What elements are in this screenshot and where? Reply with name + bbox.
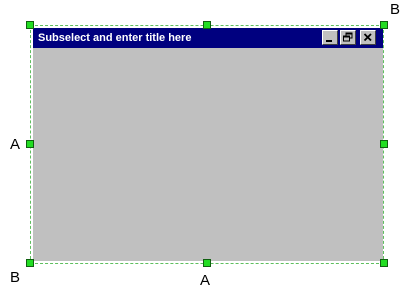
minimize-button[interactable] bbox=[322, 30, 338, 45]
label-top-right: B bbox=[390, 1, 401, 18]
resize-handle-bottom-middle[interactable] bbox=[203, 259, 211, 267]
resize-handle-middle-left[interactable] bbox=[26, 140, 34, 148]
minimize-icon bbox=[326, 40, 332, 42]
label-left-middle: A bbox=[10, 136, 21, 153]
restore-button[interactable] bbox=[340, 30, 356, 45]
label-bottom-middle: A bbox=[200, 272, 211, 289]
close-icon bbox=[363, 33, 372, 42]
resize-handle-top-right[interactable] bbox=[380, 21, 388, 29]
window-title[interactable]: Subselect and enter title here bbox=[38, 31, 191, 45]
window-body[interactable] bbox=[33, 48, 383, 261]
label-bottom-left: B bbox=[10, 269, 21, 286]
window-frame: Subselect and enter title here bbox=[33, 28, 383, 261]
restore-icon bbox=[343, 32, 353, 42]
resize-handle-middle-right[interactable] bbox=[380, 140, 388, 148]
resize-handle-bottom-right[interactable] bbox=[380, 259, 388, 267]
title-bar[interactable]: Subselect and enter title here bbox=[33, 28, 383, 48]
close-button[interactable] bbox=[360, 30, 376, 45]
resize-handle-bottom-left[interactable] bbox=[26, 259, 34, 267]
resize-handle-top-left[interactable] bbox=[26, 21, 34, 29]
resize-handle-top-middle[interactable] bbox=[203, 21, 211, 29]
